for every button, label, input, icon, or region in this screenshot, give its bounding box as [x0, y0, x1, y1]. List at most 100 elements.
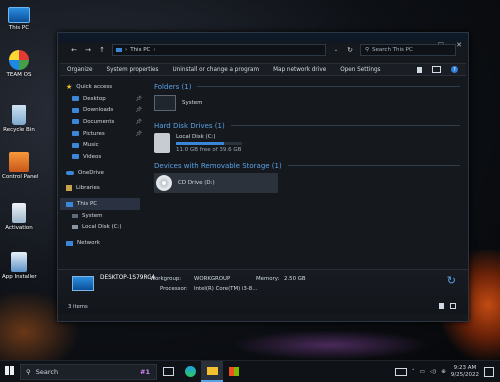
details-view-icon[interactable]: [439, 303, 444, 309]
desktop-icon-this-pc[interactable]: This PC: [2, 4, 36, 31]
sidebar-item-quick-access[interactable]: ★ Quick access: [66, 81, 146, 93]
taskbar: ⚲ Search #1 ˄ ▭ ◁) ⊕ 9:23 AM 9/25/2022: [0, 360, 500, 382]
organize-button[interactable]: Organize: [60, 67, 99, 73]
edge-icon: [184, 366, 196, 377]
control-panel-icon: [9, 152, 29, 172]
uninstall-program-button[interactable]: Uninstall or change a program: [166, 67, 267, 73]
up-arrow-icon[interactable]: ↑: [98, 46, 106, 54]
address-bar[interactable]: › This PC ›: [112, 44, 326, 56]
address-row: ← → ↑ › This PC › ⌄ ↻ ⚲ Search This PC: [70, 44, 456, 56]
pin-icon: 📌︎: [135, 95, 142, 102]
cloud-icon: [66, 170, 74, 175]
volume-icon[interactable]: ◁): [430, 369, 436, 375]
libraries-icon: [66, 185, 72, 192]
notification-icon[interactable]: [484, 366, 494, 377]
view-options-icon[interactable]: [417, 66, 422, 73]
folder-icon: [72, 96, 79, 102]
team-os-icon: [9, 50, 29, 70]
sidebar-item-music[interactable]: Music: [66, 139, 146, 151]
taskbar-edge[interactable]: [179, 361, 201, 382]
desktop-icon-team-os[interactable]: TEAM OS: [2, 50, 36, 78]
file-explorer-window: – □ ✕ ← → ↑ › This PC › ⌄ ↻ ⚲ Search Thi…: [57, 32, 469, 322]
search-icon: ⚲: [26, 367, 31, 376]
group-header-removable[interactable]: Devices with Removable Storage (1): [154, 160, 460, 171]
hard-drive-icon: [154, 133, 170, 153]
cd-drive-icon: [156, 175, 172, 191]
disk-usage-bar: [176, 141, 242, 145]
folder-icon: [206, 366, 218, 375]
breadcrumb-this-pc[interactable]: This PC: [130, 47, 150, 53]
back-arrow-icon[interactable]: ←: [70, 46, 78, 54]
chevron-up-icon[interactable]: ˄: [412, 369, 415, 375]
music-folder-icon: [72, 142, 79, 148]
refresh-icon[interactable]: ↻: [346, 46, 354, 54]
item-count: 3 items: [68, 304, 88, 310]
refresh-icon[interactable]: ↻: [447, 274, 456, 287]
monitor-icon: [116, 48, 122, 52]
group-header-folders[interactable]: Folders (1): [154, 81, 460, 92]
sidebar-item-libraries[interactable]: Libraries: [66, 183, 146, 195]
drive-item-local-disk[interactable]: Local Disk (C:) 11.0 GB free of 39.6 GB: [154, 133, 460, 153]
taskbar-file-explorer[interactable]: [201, 361, 223, 382]
sidebar-item-network[interactable]: Network: [66, 237, 146, 249]
processor-value: Intel(R) Core(TM) i3-8...: [194, 286, 258, 292]
clock[interactable]: 9:23 AM 9/25/2022: [451, 365, 479, 379]
taskbar-search[interactable]: ⚲ Search #1: [20, 363, 157, 380]
forward-arrow-icon[interactable]: →: [84, 46, 92, 54]
sidebar-item-desktop[interactable]: Desktop 📌︎: [66, 93, 146, 105]
tiles-view-icon[interactable]: [450, 303, 456, 309]
close-button[interactable]: ✕: [456, 41, 462, 49]
command-bar: Organize System properties Uninstall or …: [60, 63, 466, 76]
pin-icon: 📌︎: [135, 118, 142, 125]
sidebar-item-this-pc[interactable]: This PC: [60, 198, 140, 210]
processor-label: Processor:: [160, 286, 188, 292]
group-header-hard-disks[interactable]: Hard Disk Drives (1): [154, 120, 460, 131]
pictures-folder-icon: [72, 131, 79, 137]
start-button[interactable]: [5, 366, 14, 375]
activation-icon: [12, 203, 26, 223]
window-frame: [58, 33, 468, 43]
sidebar-item-downloads[interactable]: Downloads 📌︎: [66, 104, 146, 116]
preview-pane-icon[interactable]: [432, 66, 441, 73]
recycle-bin-icon: [12, 105, 26, 125]
sidebar-item-pictures[interactable]: Pictures 📌︎: [66, 128, 146, 140]
workgroup-label: Workgroup:: [150, 276, 182, 282]
wallpaper-glow: [230, 330, 430, 360]
chevron-down-icon[interactable]: ⌄: [332, 47, 340, 53]
language-icon[interactable]: ⊕: [441, 369, 446, 375]
memory-label: Memory:: [256, 276, 280, 282]
search-icon: ⚲: [365, 47, 370, 53]
search-highlight-icon: #1: [140, 367, 150, 376]
sidebar-item-videos[interactable]: Videos: [66, 151, 146, 163]
desktop-icon-recycle-bin[interactable]: Recycle Bin: [2, 105, 36, 133]
content-pane: Folders (1) System Hard Disk Drives (1) …: [154, 81, 460, 271]
drive-icon: [72, 225, 78, 230]
computer-name: DESKTOP-1S79RC4: [100, 275, 155, 281]
desktop-icon-activation[interactable]: Activation: [2, 203, 36, 231]
sidebar-item-onedrive[interactable]: OneDrive: [66, 167, 146, 179]
keyboard-icon[interactable]: [394, 367, 407, 376]
sidebar-item-local-disk[interactable]: Local Disk (C:): [66, 222, 146, 234]
folder-item-system[interactable]: System: [154, 95, 460, 111]
monitor-icon: [66, 201, 73, 207]
monitor-icon: [8, 7, 30, 23]
task-view-button[interactable]: [157, 361, 179, 382]
desktop-icon-app-installer[interactable]: App Installer: [2, 252, 37, 280]
drive-item-cd-drive[interactable]: CD Drive (D:): [154, 173, 278, 193]
star-icon: ★: [66, 82, 73, 91]
open-settings-button[interactable]: Open Settings: [333, 67, 387, 73]
sidebar-item-system[interactable]: System: [66, 210, 146, 222]
sidebar-item-documents[interactable]: Documents 📌︎: [66, 116, 146, 128]
search-box[interactable]: ⚲ Search This PC: [360, 44, 456, 56]
breadcrumb-chevron-icon[interactable]: ›: [153, 47, 155, 53]
map-network-drive-button[interactable]: Map network drive: [266, 67, 333, 73]
network-icon[interactable]: ▭: [420, 369, 425, 375]
help-icon[interactable]: ?: [451, 66, 458, 73]
taskbar-store[interactable]: [223, 361, 245, 382]
pin-icon: 📌︎: [135, 130, 142, 137]
monitor-icon: [72, 213, 78, 218]
system-properties-button[interactable]: System properties: [99, 67, 165, 73]
desktop-icon-control-panel[interactable]: Control Panel: [2, 152, 38, 180]
workgroup-value: WORKGROUP: [194, 276, 231, 282]
pin-icon: 📌︎: [135, 107, 142, 114]
